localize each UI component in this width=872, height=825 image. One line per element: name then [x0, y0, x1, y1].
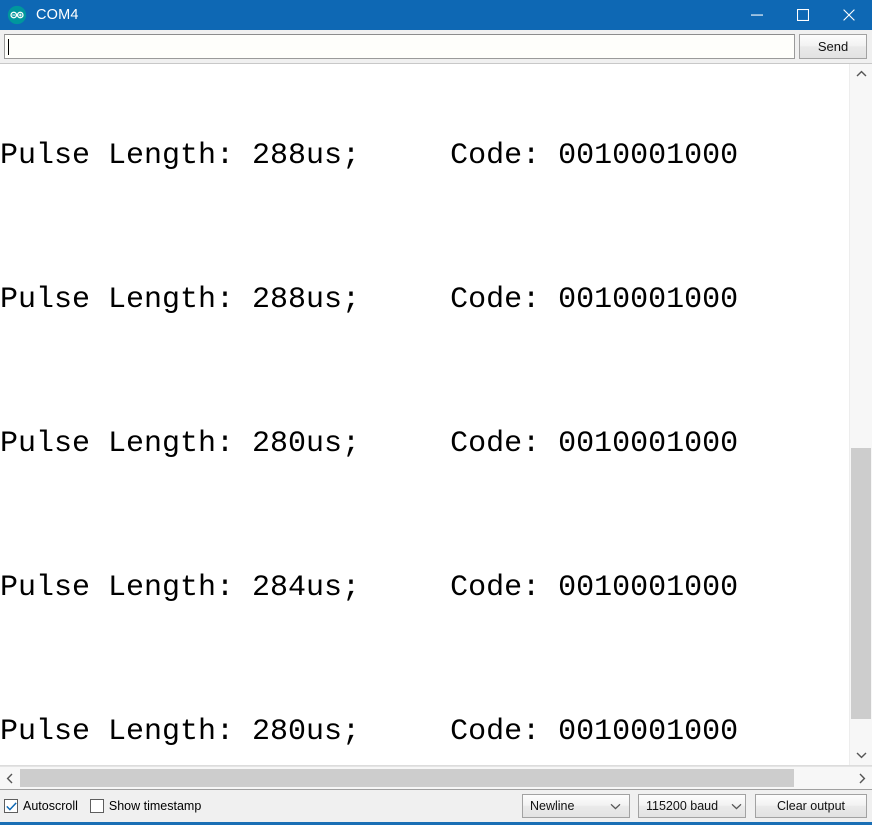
- checkmark-icon: [5, 801, 17, 811]
- chevron-down-icon: [856, 752, 866, 759]
- chevron-down-icon: [731, 803, 742, 809]
- scroll-down-button[interactable]: [850, 745, 872, 765]
- command-input[interactable]: [4, 34, 795, 59]
- log-line: Pulse Length: 280us; Code: 0010001000: [0, 715, 739, 749]
- show-timestamp-checkbox[interactable]: Show timestamp: [89, 799, 202, 813]
- serial-monitor-window: COM4 Send Pulse Length: 288us; Code: 001…: [0, 0, 872, 825]
- maximize-button[interactable]: [780, 0, 826, 30]
- status-bar: Autoscroll Show timestamp Newline 115200…: [0, 789, 872, 822]
- scroll-left-button[interactable]: [0, 767, 20, 789]
- line-ending-chevron: [605, 803, 629, 810]
- serial-output-console[interactable]: Pulse Length: 288us; Code: 0010001000 Pu…: [0, 64, 849, 765]
- console-lines: Pulse Length: 288us; Code: 0010001000 Pu…: [0, 64, 738, 765]
- show-timestamp-checkbox-box: [89, 799, 104, 813]
- minimize-icon: [751, 14, 763, 16]
- scroll-right-button[interactable]: [852, 767, 872, 789]
- close-button[interactable]: [826, 0, 872, 30]
- clear-output-button[interactable]: Clear output: [755, 794, 867, 818]
- arduino-infinity-logo-icon: [7, 5, 27, 25]
- vertical-scrollbar[interactable]: [849, 64, 872, 765]
- show-timestamp-label: Show timestamp: [108, 799, 202, 813]
- line-ending-select[interactable]: Newline: [522, 794, 630, 818]
- log-line-clipped: Pulse Length: 288us; Code: 0010001000: [0, 139, 739, 173]
- line-ending-value: Newline: [530, 799, 575, 813]
- send-row: Send: [0, 30, 872, 64]
- chevron-right-icon: [859, 773, 866, 783]
- scroll-up-button[interactable]: [850, 64, 872, 84]
- title-bar[interactable]: COM4: [0, 0, 872, 30]
- chevron-left-icon: [6, 773, 13, 783]
- output-area: Pulse Length: 288us; Code: 0010001000 Pu…: [0, 64, 872, 766]
- minimize-button[interactable]: [734, 0, 780, 30]
- horizontal-scrollbar[interactable]: [0, 766, 872, 789]
- send-button[interactable]: Send: [799, 34, 867, 59]
- chevron-up-icon: [856, 70, 866, 77]
- horizontal-scroll-track[interactable]: [20, 767, 852, 789]
- close-icon: [843, 9, 855, 21]
- window-title: COM4: [36, 7, 79, 23]
- maximize-icon: [797, 9, 809, 21]
- window-controls: [734, 0, 872, 30]
- text-caret: [8, 38, 9, 55]
- log-line: Pulse Length: 284us; Code: 0010001000: [0, 571, 739, 605]
- autoscroll-label: Autoscroll: [23, 799, 78, 813]
- baud-rate-select[interactable]: 115200 baud: [638, 794, 746, 818]
- horizontal-scroll-thumb[interactable]: [20, 769, 794, 787]
- chevron-down-icon: [610, 803, 620, 809]
- autoscroll-checkbox-box: [4, 799, 18, 813]
- autoscroll-checkbox[interactable]: Autoscroll: [4, 799, 78, 813]
- baud-rate-chevron: [726, 803, 750, 810]
- log-line: Pulse Length: 288us; Code: 0010001000: [0, 283, 739, 317]
- vertical-scroll-track[interactable]: [850, 84, 872, 745]
- log-line: Pulse Length: 280us; Code: 0010001000: [0, 427, 739, 461]
- vertical-scroll-thumb[interactable]: [851, 447, 871, 719]
- baud-rate-value: 115200 baud: [646, 799, 719, 813]
